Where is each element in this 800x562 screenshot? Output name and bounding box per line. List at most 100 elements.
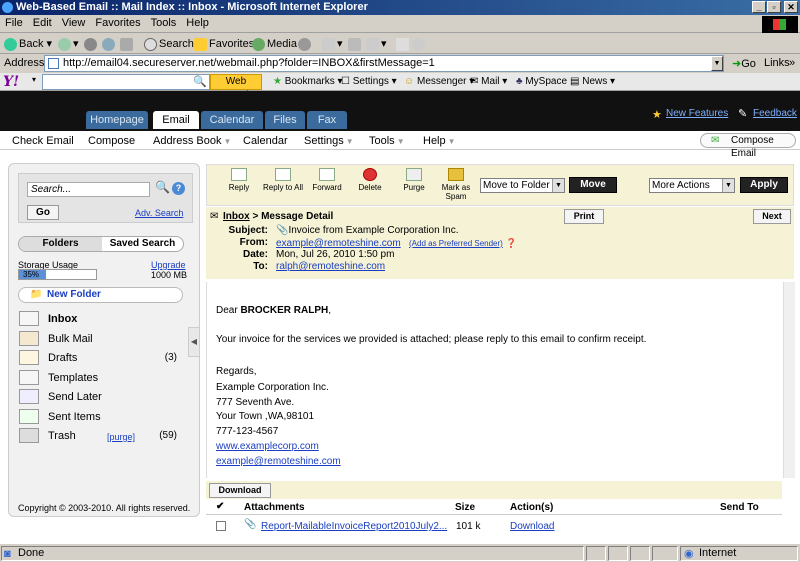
discuss-button[interactable] — [396, 37, 411, 51]
adv-search-link[interactable]: Adv. Search — [135, 208, 183, 218]
stop-button[interactable] — [84, 37, 99, 51]
more-actions-select[interactable]: More Actions ▼ — [649, 178, 735, 193]
tab-saved-search[interactable]: Saved Search — [102, 237, 183, 251]
tab-homepage[interactable]: Homepage — [86, 111, 148, 129]
search-icon[interactable]: 🔍 — [155, 180, 170, 194]
reply-all-button[interactable]: Reply to All — [261, 168, 305, 192]
menu-help[interactable]: Help — [181, 15, 214, 31]
move-button[interactable]: Move — [569, 177, 617, 193]
bookmarks-button[interactable]: ★ Bookmarks ▾ — [273, 75, 343, 89]
delete-button[interactable]: Delete — [350, 168, 390, 192]
tab-files[interactable]: Files — [265, 111, 305, 129]
message-scrollbar[interactable] — [783, 282, 795, 478]
attachment-download-link[interactable]: Download — [510, 521, 554, 532]
messenger-button[interactable]: ☺ Messenger ▾ — [404, 75, 474, 89]
to-link[interactable]: ralph@remoteshine.com — [276, 261, 385, 272]
refresh-button[interactable] — [102, 37, 117, 51]
menu-view[interactable]: View — [57, 15, 91, 31]
new-features-link[interactable]: New Features — [666, 108, 728, 119]
folder-bulk-mail[interactable]: Bulk Mail — [19, 330, 189, 348]
history-button[interactable] — [298, 37, 313, 51]
tab-email[interactable]: Email — [153, 111, 199, 129]
attachment-checkbox[interactable] — [216, 521, 226, 531]
mark-spam-button[interactable]: Mark as Spam — [436, 168, 476, 201]
feedback-link[interactable]: Feedback — [753, 108, 797, 119]
reply-button[interactable]: Reply — [219, 168, 259, 192]
yahoo-menu-caret[interactable]: ▾ — [32, 75, 36, 84]
address-input[interactable]: http://email04.secureserver.net/webmail.… — [44, 55, 724, 72]
compose-email-button[interactable]: ✉ Compose Email — [700, 133, 796, 159]
search-button[interactable]: Search — [144, 37, 194, 51]
attachment-file-link[interactable]: Report-MailableInvoiceReport2010July2... — [261, 521, 447, 532]
print-button[interactable] — [348, 37, 363, 51]
folder-sent-items[interactable]: Sent Items — [19, 408, 189, 426]
help-icon[interactable]: ? — [172, 182, 185, 195]
maximize-button[interactable]: ▫ — [767, 1, 781, 13]
upgrade-link[interactable]: Upgrade — [151, 260, 186, 270]
purge-button[interactable]: Purge — [394, 168, 434, 192]
yahoo-search-input[interactable]: 🔍 — [42, 74, 210, 90]
home-button[interactable] — [120, 37, 135, 51]
star-icon: ★ — [652, 109, 662, 121]
purge-trash-link[interactable]: [purge] — [107, 429, 135, 445]
forward-button[interactable]: ▾ — [58, 37, 79, 51]
folder-drafts[interactable]: Drafts (3) — [19, 349, 189, 367]
calendar-link[interactable]: Calendar — [243, 135, 288, 147]
tab-folders[interactable]: Folders — [19, 237, 102, 251]
new-folder-button[interactable]: 📁 New Folder — [18, 287, 183, 303]
move-to-folder-select[interactable]: Move to Folder ▼ — [480, 178, 565, 193]
help-menu[interactable]: Help ▼ — [423, 135, 456, 147]
bookmark-icon: ★ — [273, 76, 282, 87]
tools-menu[interactable]: Tools ▼ — [369, 135, 405, 147]
select-all-check-icon[interactable]: ✔ — [216, 501, 224, 512]
download-all-button[interactable]: Download — [209, 483, 271, 498]
folder-templates[interactable]: Templates — [19, 369, 189, 387]
settings-button[interactable]: ☐ Settings ▾ — [341, 75, 397, 89]
apply-button[interactable]: Apply — [740, 177, 788, 193]
back-button[interactable]: Back ▾ — [4, 37, 52, 51]
next-button[interactable]: Next — [753, 209, 791, 224]
sig-website-link[interactable]: www.examplecorp.com — [216, 441, 319, 452]
help-icon[interactable]: ❓ — [506, 238, 517, 248]
check-email-link[interactable]: Check Email — [12, 135, 74, 147]
favorites-button[interactable]: Favorites — [194, 37, 254, 51]
menu-file[interactable]: File — [0, 15, 28, 31]
go-button[interactable]: Go — [27, 205, 59, 220]
folder-inbox[interactable]: Inbox — [19, 310, 189, 328]
media-button[interactable]: Media — [252, 37, 297, 51]
menu-favorites[interactable]: Favorites — [90, 15, 145, 31]
status-zone: ◉ Internet — [680, 546, 798, 561]
mail-search-input[interactable]: Search... — [27, 182, 150, 197]
menu-edit[interactable]: Edit — [28, 15, 57, 31]
go-button[interactable]: ➜Go — [732, 57, 756, 70]
messenger-icon — [412, 37, 425, 51]
mail-button[interactable]: ▾ — [322, 37, 343, 51]
messenger-toolbar-button[interactable] — [412, 37, 427, 51]
folder-send-later[interactable]: Send Later — [19, 388, 189, 406]
web-search-button[interactable]: Web Search — [210, 74, 262, 101]
address-book-menu[interactable]: Address Book ▼ — [153, 135, 231, 147]
links-button[interactable]: Links — [764, 57, 790, 69]
mail-button[interactable]: ✉ Mail ▾ — [470, 75, 507, 89]
from-link[interactable]: example@remoteshine.com — [276, 238, 401, 249]
add-preferred-sender-link[interactable]: (Add as Preferred Sender) — [409, 239, 503, 248]
minimize-button[interactable]: _ — [752, 1, 766, 13]
collapse-sidebar-handle[interactable]: ◀ — [188, 327, 200, 357]
edit-button[interactable]: ▾ — [366, 37, 387, 51]
address-dropdown[interactable]: ▼ — [711, 56, 723, 71]
sig-email-link[interactable]: example@remoteshine.com — [216, 456, 341, 467]
close-button[interactable]: ✕ — [784, 1, 798, 13]
forward-button[interactable]: Forward — [307, 168, 347, 192]
links-chevron-icon[interactable]: » — [789, 57, 795, 69]
breadcrumb-inbox-link[interactable]: Inbox — [223, 211, 250, 222]
print-button[interactable]: Print — [564, 209, 604, 224]
compose-link[interactable]: Compose — [88, 135, 135, 147]
folder-trash[interactable]: Trash [purge] (59) — [19, 427, 189, 445]
settings-menu[interactable]: Settings ▼ — [304, 135, 354, 147]
news-button[interactable]: ▤ News ▾ — [570, 75, 615, 89]
tab-fax[interactable]: Fax — [307, 111, 347, 129]
myspace-button[interactable]: ♣ MySpace — [516, 75, 567, 89]
tab-calendar[interactable]: Calendar — [201, 111, 263, 129]
menu-tools[interactable]: Tools — [146, 15, 182, 31]
yahoo-logo[interactable]: Y! — [3, 73, 19, 91]
